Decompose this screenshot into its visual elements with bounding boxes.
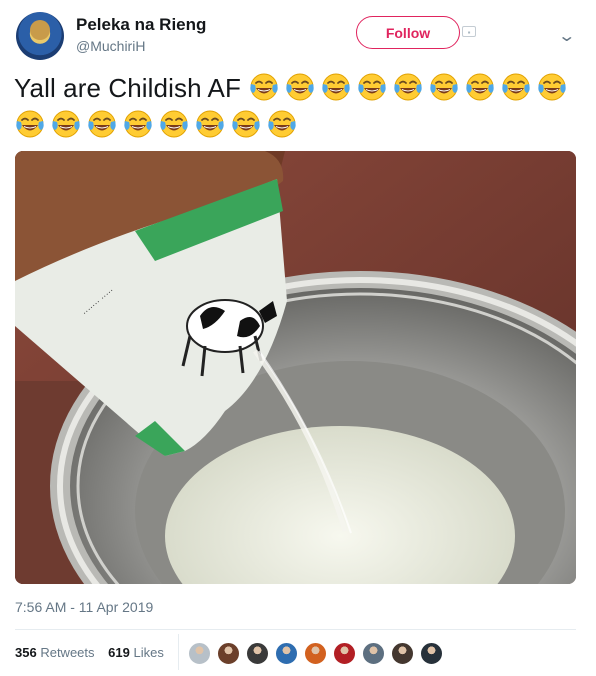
tweet-timestamp[interactable]: 7:56 AM - 11 Apr 2019 bbox=[15, 599, 153, 615]
tears-of-joy-icon bbox=[466, 73, 494, 101]
divider bbox=[15, 629, 576, 630]
tweet-text: Yall are Childish AF bbox=[14, 70, 579, 144]
liker-avatar[interactable] bbox=[275, 642, 298, 665]
tears-of-joy-icon bbox=[88, 110, 116, 138]
tears-of-joy-icon bbox=[52, 110, 80, 138]
chevron-down-icon[interactable]: ⌄ bbox=[557, 26, 576, 46]
avatar[interactable] bbox=[16, 12, 64, 60]
tears-of-joy-icon bbox=[394, 73, 422, 101]
tears-of-joy-icon bbox=[502, 73, 530, 101]
tears-of-joy-icon bbox=[16, 110, 44, 138]
liker-avatar[interactable] bbox=[362, 642, 385, 665]
badge-icon: ▪ bbox=[462, 26, 476, 37]
tweet-header: Peleka na Rieng @MuchiriH Follow ▪ ⌄ bbox=[14, 10, 582, 62]
stats-separator bbox=[178, 634, 179, 670]
liker-avatar[interactable] bbox=[333, 642, 356, 665]
tears-of-joy-icon bbox=[322, 73, 350, 101]
author-handle[interactable]: @MuchiriH bbox=[76, 38, 145, 54]
tweet-photo[interactable]: ······· ····· bbox=[15, 151, 576, 584]
tweet-stats: 356 Retweets 619 Likes bbox=[15, 645, 174, 660]
tears-of-joy-icon bbox=[268, 110, 296, 138]
likes-stat[interactable]: 619 Likes bbox=[108, 645, 164, 660]
tears-of-joy-icon bbox=[286, 73, 314, 101]
tears-of-joy-icon bbox=[124, 110, 152, 138]
retweets-count: 356 bbox=[15, 645, 37, 660]
liker-avatar[interactable] bbox=[304, 642, 327, 665]
liker-avatar[interactable] bbox=[217, 642, 240, 665]
liker-avatar[interactable] bbox=[420, 642, 443, 665]
tears-of-joy-icon bbox=[358, 73, 386, 101]
retweets-stat[interactable]: 356 Retweets bbox=[15, 645, 95, 660]
default-avatar[interactable] bbox=[188, 642, 211, 665]
tears-of-joy-icon bbox=[196, 110, 224, 138]
likes-label: Likes bbox=[133, 645, 164, 660]
liker-avatar[interactable] bbox=[246, 642, 269, 665]
tweet-body-text: Yall are Childish AF bbox=[14, 73, 241, 103]
follow-button[interactable]: Follow bbox=[356, 16, 460, 49]
tears-of-joy-icon bbox=[430, 73, 458, 101]
tears-of-joy-icon bbox=[232, 110, 260, 138]
tweet-card: Peleka na Rieng @MuchiriH Follow ▪ ⌄ Yal… bbox=[0, 0, 596, 676]
author-name[interactable]: Peleka na Rieng bbox=[76, 15, 206, 35]
tears-of-joy-icon bbox=[538, 73, 566, 101]
photo-milk-pouring: ······· ····· bbox=[15, 151, 576, 584]
tears-of-joy-icon bbox=[250, 73, 278, 101]
retweets-label: Retweets bbox=[40, 645, 95, 660]
tears-of-joy-icon bbox=[160, 110, 188, 138]
liker-avatar[interactable] bbox=[391, 642, 414, 665]
likes-count: 619 bbox=[108, 645, 130, 660]
